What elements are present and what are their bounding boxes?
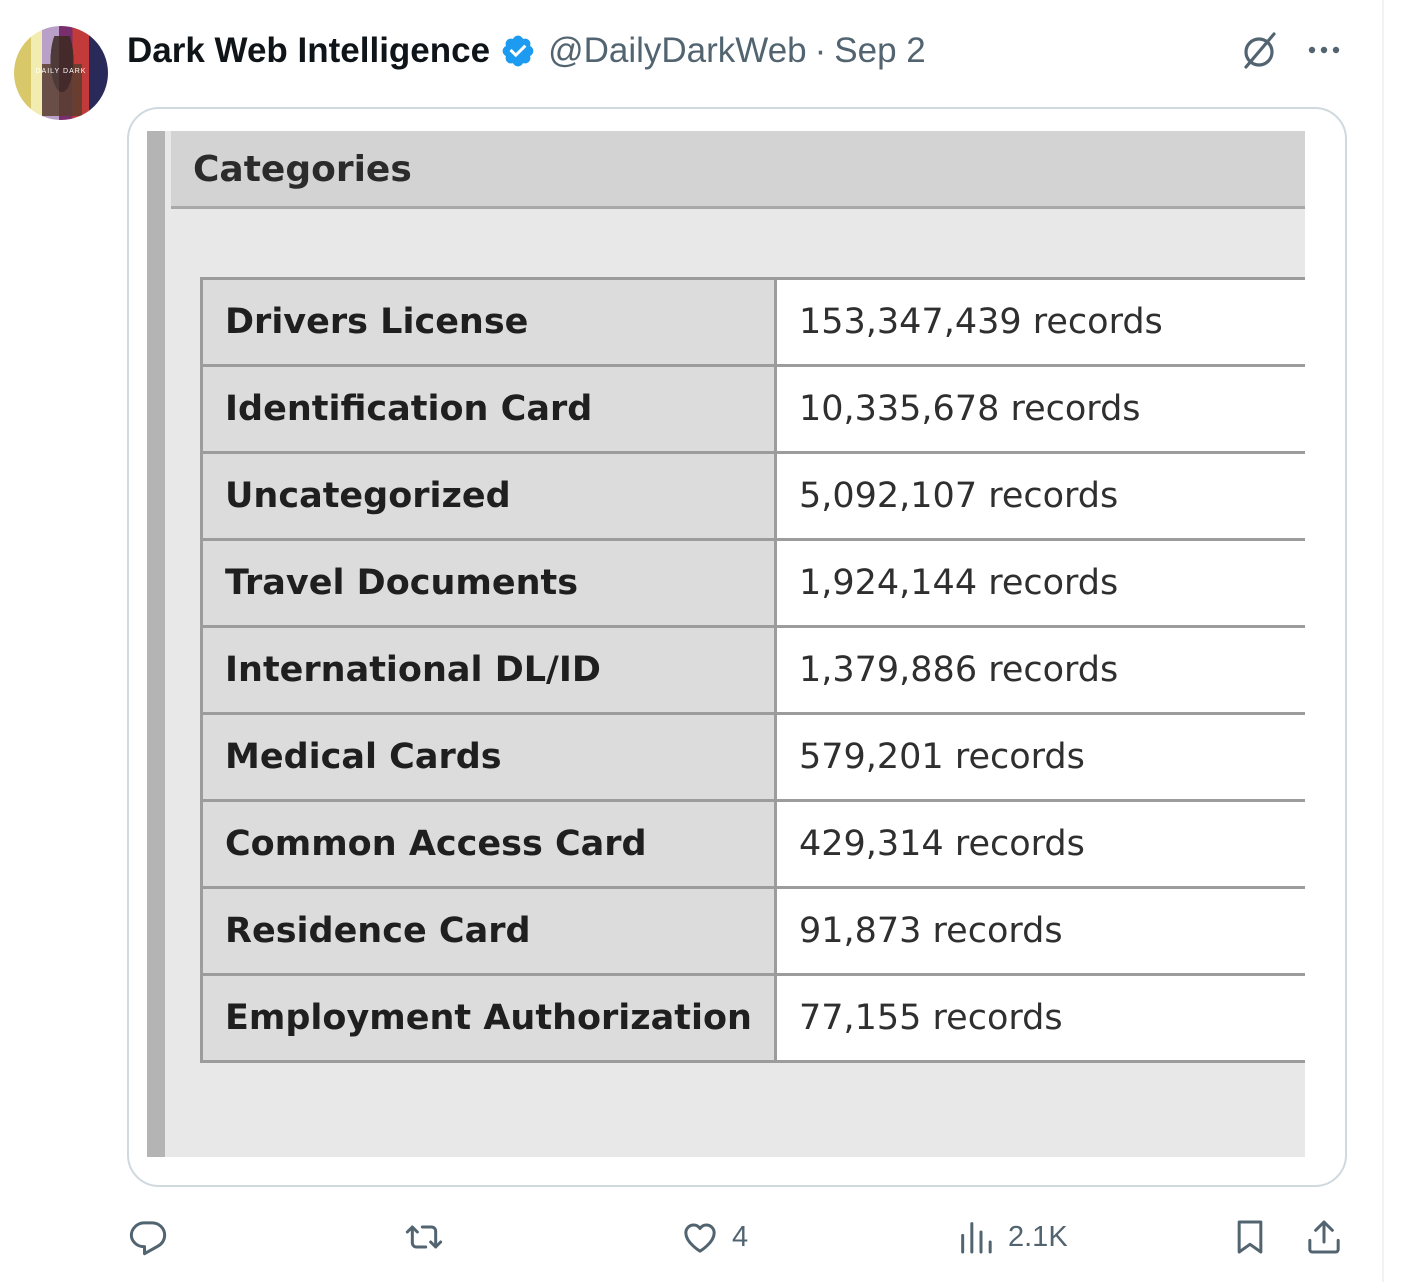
record-count: 5,092,107 records [773, 451, 1305, 541]
category-name: Employment Authorization [200, 973, 777, 1063]
category-name: Identification Card [200, 364, 777, 454]
record-count: 77,155 records [773, 973, 1305, 1063]
tweet-header: Dark Web Intelligence @DailyDarkWeb · Se… [127, 28, 926, 74]
category-name: Uncategorized [200, 451, 777, 541]
avatar[interactable]: DAILY DARK [14, 26, 108, 120]
panel-header: Categories [171, 131, 1305, 209]
screenshot-panel: Categories Drivers License 153,347,439 r… [147, 131, 1305, 1157]
category-name: Residence Card [200, 886, 777, 976]
views-icon [961, 1222, 992, 1254]
category-name: Travel Documents [200, 538, 777, 628]
like-button[interactable]: 4 [680, 1213, 748, 1261]
retweet-icon [405, 1225, 443, 1249]
table-row: Uncategorized 5,092,107 records [200, 451, 1305, 541]
record-count: 579,201 records [773, 712, 1305, 802]
bookmark-button[interactable] [1230, 1213, 1270, 1261]
record-count: 429,314 records [773, 799, 1305, 889]
table-row: International DL/ID 1,379,886 records [200, 625, 1305, 715]
grok-icon[interactable] [1236, 28, 1282, 74]
views-count: 2.1K [1008, 1220, 1068, 1253]
author-display-name[interactable]: Dark Web Intelligence [127, 31, 490, 71]
author-handle[interactable]: @DailyDarkWeb [548, 31, 807, 71]
views-button[interactable]: 2.1K [956, 1213, 1068, 1261]
record-count: 10,335,678 records [773, 364, 1305, 454]
record-count: 1,379,886 records [773, 625, 1305, 715]
category-name: International DL/ID [200, 625, 777, 715]
tweet-action-bar: 4 2.1K [0, 1205, 1402, 1269]
share-button[interactable] [1304, 1213, 1344, 1261]
table-row: Drivers License 153,347,439 records [200, 277, 1305, 367]
table-row: Travel Documents 1,924,144 records [200, 538, 1305, 628]
avatar-figure [42, 36, 82, 116]
tweet-media-card[interactable]: Categories Drivers License 153,347,439 r… [127, 107, 1347, 1187]
table-row: Common Access Card 429,314 records [200, 799, 1305, 889]
tweet-date[interactable]: Sep 2 [834, 31, 925, 71]
reply-icon [129, 1221, 167, 1256]
panel-left-bar [147, 131, 165, 1157]
record-count: 91,873 records [773, 886, 1305, 976]
bookmark-icon [1237, 1220, 1263, 1254]
retweet-button[interactable] [404, 1213, 456, 1261]
separator-dot: · [814, 31, 827, 70]
category-name: Drivers License [200, 277, 777, 367]
category-name: Common Access Card [200, 799, 777, 889]
timeline-divider [1382, 0, 1384, 1282]
table-row: Residence Card 91,873 records [200, 886, 1305, 976]
table-row: Medical Cards 579,201 records [200, 712, 1305, 802]
avatar-text: DAILY DARK [35, 68, 87, 75]
table-row: Identification Card 10,335,678 records [200, 364, 1305, 454]
categories-table: Drivers License 153,347,439 records Iden… [200, 277, 1305, 1063]
record-count: 1,924,144 records [773, 538, 1305, 628]
like-icon [684, 1223, 716, 1253]
like-count: 4 [732, 1220, 749, 1253]
record-count: 153,347,439 records [773, 277, 1305, 367]
category-name: Medical Cards [200, 712, 777, 802]
panel-title: Categories [193, 149, 412, 190]
verified-badge-icon[interactable] [500, 33, 536, 69]
more-icon[interactable] [1304, 32, 1344, 72]
share-icon [1308, 1220, 1340, 1254]
reply-button[interactable] [128, 1213, 180, 1261]
table-row: Employment Authorization 77,155 records [200, 973, 1305, 1063]
